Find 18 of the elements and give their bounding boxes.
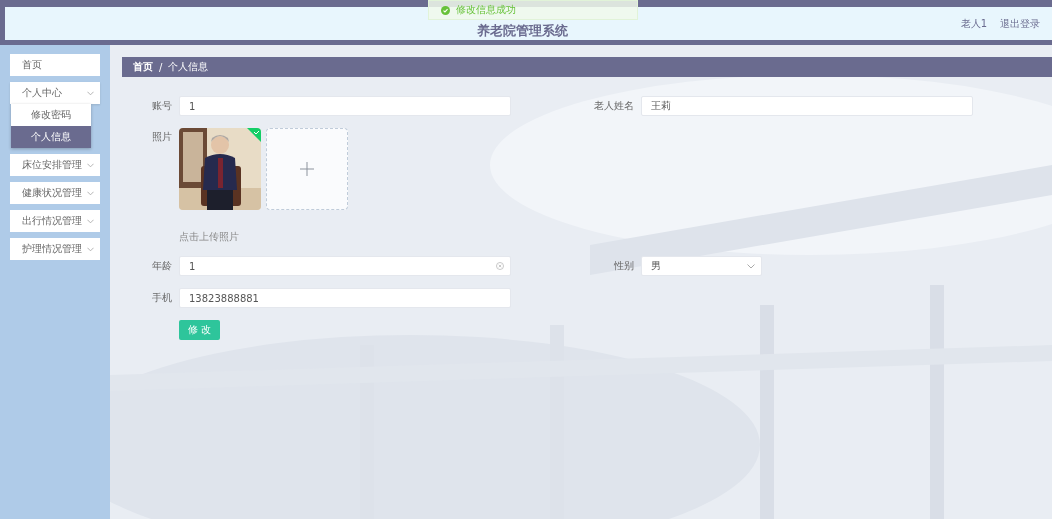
- check-circle-icon: [441, 5, 450, 15]
- caret-icon: [87, 190, 94, 196]
- menu-item[interactable]: 首页: [10, 54, 100, 76]
- user-name: 老人1: [960, 16, 987, 31]
- menu-item[interactable]: 床位安排管理: [10, 154, 100, 176]
- toast-message: 修改信息成功: [456, 3, 516, 17]
- menu-item[interactable]: 出行情况管理: [10, 210, 100, 232]
- logout-link[interactable]: 退出登录: [1000, 16, 1040, 31]
- menu-item[interactable]: 健康状况管理: [10, 182, 100, 204]
- caret-icon: [87, 90, 94, 96]
- submenu-item[interactable]: 个人信息: [11, 126, 91, 148]
- submenu-item[interactable]: 修改密码: [11, 104, 91, 126]
- caret-icon: [87, 246, 94, 252]
- caret-icon: [87, 218, 94, 224]
- menu-item[interactable]: 个人中心: [10, 82, 100, 104]
- menu-item[interactable]: 护理情况管理: [10, 238, 100, 260]
- caret-icon: [87, 162, 94, 168]
- app-title: 养老院管理系统: [477, 21, 568, 40]
